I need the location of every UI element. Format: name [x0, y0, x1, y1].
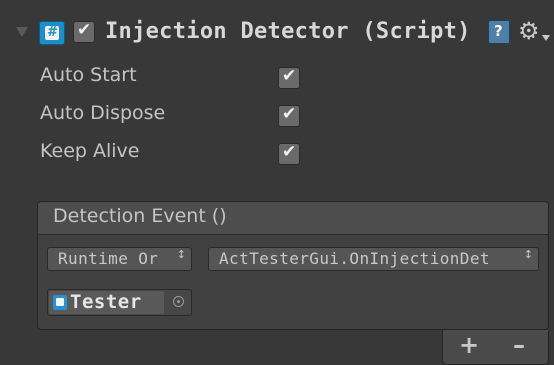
remove-listener-button[interactable]: –: [513, 331, 525, 359]
component-title: Injection Detector (Script): [105, 19, 471, 44]
keep-alive-checkbox[interactable]: [278, 142, 300, 165]
help-icon[interactable]: [488, 20, 510, 44]
auto-start-checkbox[interactable]: [278, 66, 300, 89]
detection-event-list: Detection Event () Runtime Or ↕ ActTeste…: [37, 201, 549, 330]
target-object-field[interactable]: Tester: [47, 289, 192, 316]
event-list-footer: + –: [442, 330, 549, 365]
function-value: ActTesterGui.OnInjectionDet: [219, 249, 490, 268]
event-title: Detection Event (): [53, 205, 227, 227]
gear-icon[interactable]: ⚙: [518, 17, 540, 45]
auto-dispose-checkbox[interactable]: [278, 104, 300, 127]
dropdown-arrows-icon: ↕: [174, 248, 186, 261]
inspector-panel: Injection Detector (Script) ⚙ Auto Start…: [0, 0, 554, 365]
call-state-dropdown[interactable]: Runtime Or ↕: [47, 247, 192, 271]
foldout-arrow-icon[interactable]: [16, 27, 28, 37]
target-object-value-box: Tester: [49, 291, 164, 314]
call-state-value: Runtime Or: [58, 249, 159, 268]
auto-dispose-label: Auto Dispose: [40, 102, 166, 124]
add-listener-button[interactable]: +: [459, 331, 479, 359]
function-dropdown[interactable]: ActTesterGui.OnInjectionDet ↕: [208, 247, 539, 271]
component-header[interactable]: Injection Detector (Script) ⚙: [0, 0, 554, 62]
dropdown-arrows-icon: ↕: [521, 248, 533, 261]
event-header: Detection Event (): [38, 202, 548, 235]
object-picker-icon[interactable]: [173, 296, 184, 307]
target-object-value: Tester: [70, 291, 142, 313]
component-enabled-checkbox[interactable]: [73, 20, 95, 43]
auto-start-label: Auto Start: [40, 64, 137, 86]
script-object-icon: [53, 295, 67, 310]
gear-dropdown-arrow-icon[interactable]: [542, 35, 550, 41]
csharp-script-icon: [39, 21, 65, 45]
keep-alive-label: Keep Alive: [40, 140, 140, 162]
